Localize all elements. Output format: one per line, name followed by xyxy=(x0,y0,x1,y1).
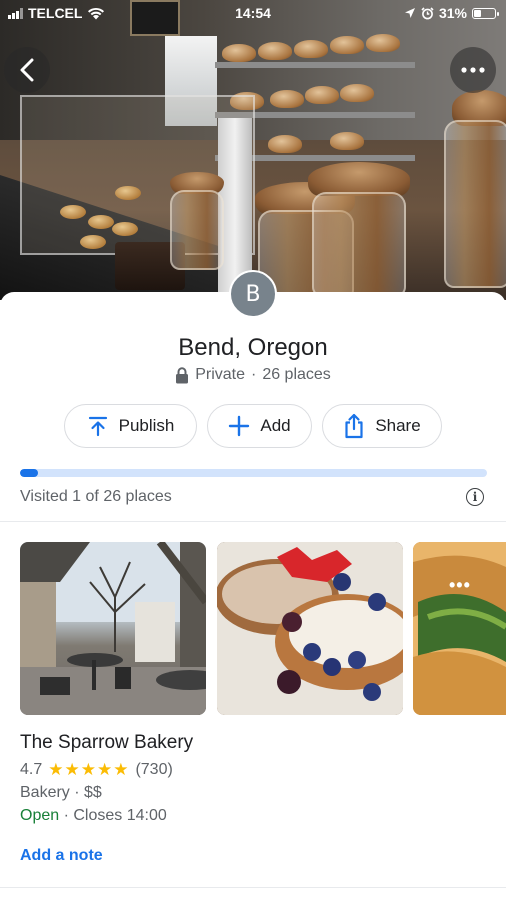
bread-loaf xyxy=(268,135,302,153)
bread-loaf xyxy=(222,44,256,62)
hero-photo xyxy=(0,0,506,300)
bread-loaf xyxy=(294,40,328,58)
lock-icon xyxy=(176,366,189,383)
rating-row: 4.7 ★★★★★ (730) xyxy=(20,760,173,780)
avatar[interactable]: B xyxy=(229,270,277,318)
jar-lid xyxy=(308,162,410,196)
bread-loaf xyxy=(270,90,304,108)
bread-loaf xyxy=(305,86,339,104)
place-category: Bakery · $$ xyxy=(20,784,102,801)
battery-percent: 31% xyxy=(438,5,467,21)
publish-upload-icon xyxy=(88,416,107,437)
place-photo-pastry[interactable] xyxy=(217,542,403,715)
place-name[interactable]: The Sparrow Bakery xyxy=(20,732,193,754)
pastry xyxy=(112,222,138,236)
bread-loaf xyxy=(330,132,364,150)
bread-loaf xyxy=(330,36,364,54)
divider xyxy=(0,521,506,522)
place-hours: Open · Closes 14:00 xyxy=(20,807,167,825)
share-icon xyxy=(345,413,363,439)
shelf xyxy=(215,62,415,68)
review-count: (730) xyxy=(135,761,173,778)
photo-more-icon[interactable]: ••• xyxy=(449,575,471,596)
separator: · xyxy=(250,366,257,383)
list-title: Bend, Oregon xyxy=(178,334,328,361)
pastry xyxy=(60,205,86,219)
chevron-left-icon xyxy=(20,58,34,82)
pastry xyxy=(115,186,141,200)
battery-icon xyxy=(472,7,499,19)
cookie-jar xyxy=(170,190,224,270)
add-button[interactable]: Add xyxy=(207,404,312,448)
visited-progress-bar xyxy=(20,469,487,477)
place-photo-courtyard[interactable] xyxy=(20,542,206,715)
star-rating-icon: ★★★★★ xyxy=(48,760,130,779)
more-horizontal-icon xyxy=(461,67,485,73)
pastry-illustration xyxy=(217,542,403,715)
visited-label: Visited 1 of 26 places xyxy=(20,488,172,505)
privacy-label: Private xyxy=(195,366,245,383)
status-bar: TELCEL 14:54 31% xyxy=(0,0,506,26)
alarm-icon xyxy=(421,6,434,19)
divider xyxy=(0,887,506,888)
bread-loaf xyxy=(258,42,292,60)
pastry xyxy=(88,215,114,229)
plus-icon xyxy=(229,415,250,437)
courtyard-illustration xyxy=(20,542,206,715)
closing-time: · Closes 14:00 xyxy=(59,807,167,824)
bread-loaf xyxy=(366,34,400,52)
rating-value: 4.7 xyxy=(20,761,43,778)
cookie-jar xyxy=(312,192,406,297)
place-count: 26 places xyxy=(262,366,331,383)
back-button[interactable] xyxy=(4,47,50,93)
location-arrow-icon xyxy=(404,8,415,18)
place-photo-croissant[interactable] xyxy=(413,542,506,715)
open-status: Open xyxy=(20,807,60,824)
info-icon[interactable]: i xyxy=(466,488,484,506)
cookie-jar xyxy=(444,120,506,288)
more-options-button[interactable] xyxy=(450,47,496,93)
add-note-link[interactable]: Add a note xyxy=(20,847,103,865)
status-right: 31% xyxy=(404,5,499,21)
croissant-illustration xyxy=(413,542,506,715)
share-button[interactable]: Share xyxy=(322,404,442,448)
publish-button[interactable]: Publish xyxy=(64,404,197,448)
visited-progress-fill xyxy=(20,469,38,477)
bread-loaf xyxy=(340,84,374,102)
publish-label: Publish xyxy=(118,416,175,435)
list-subtitle: Private · 26 places xyxy=(0,366,506,384)
share-label: Share xyxy=(375,416,421,435)
pastry xyxy=(80,235,106,249)
add-label: Add xyxy=(260,416,291,435)
